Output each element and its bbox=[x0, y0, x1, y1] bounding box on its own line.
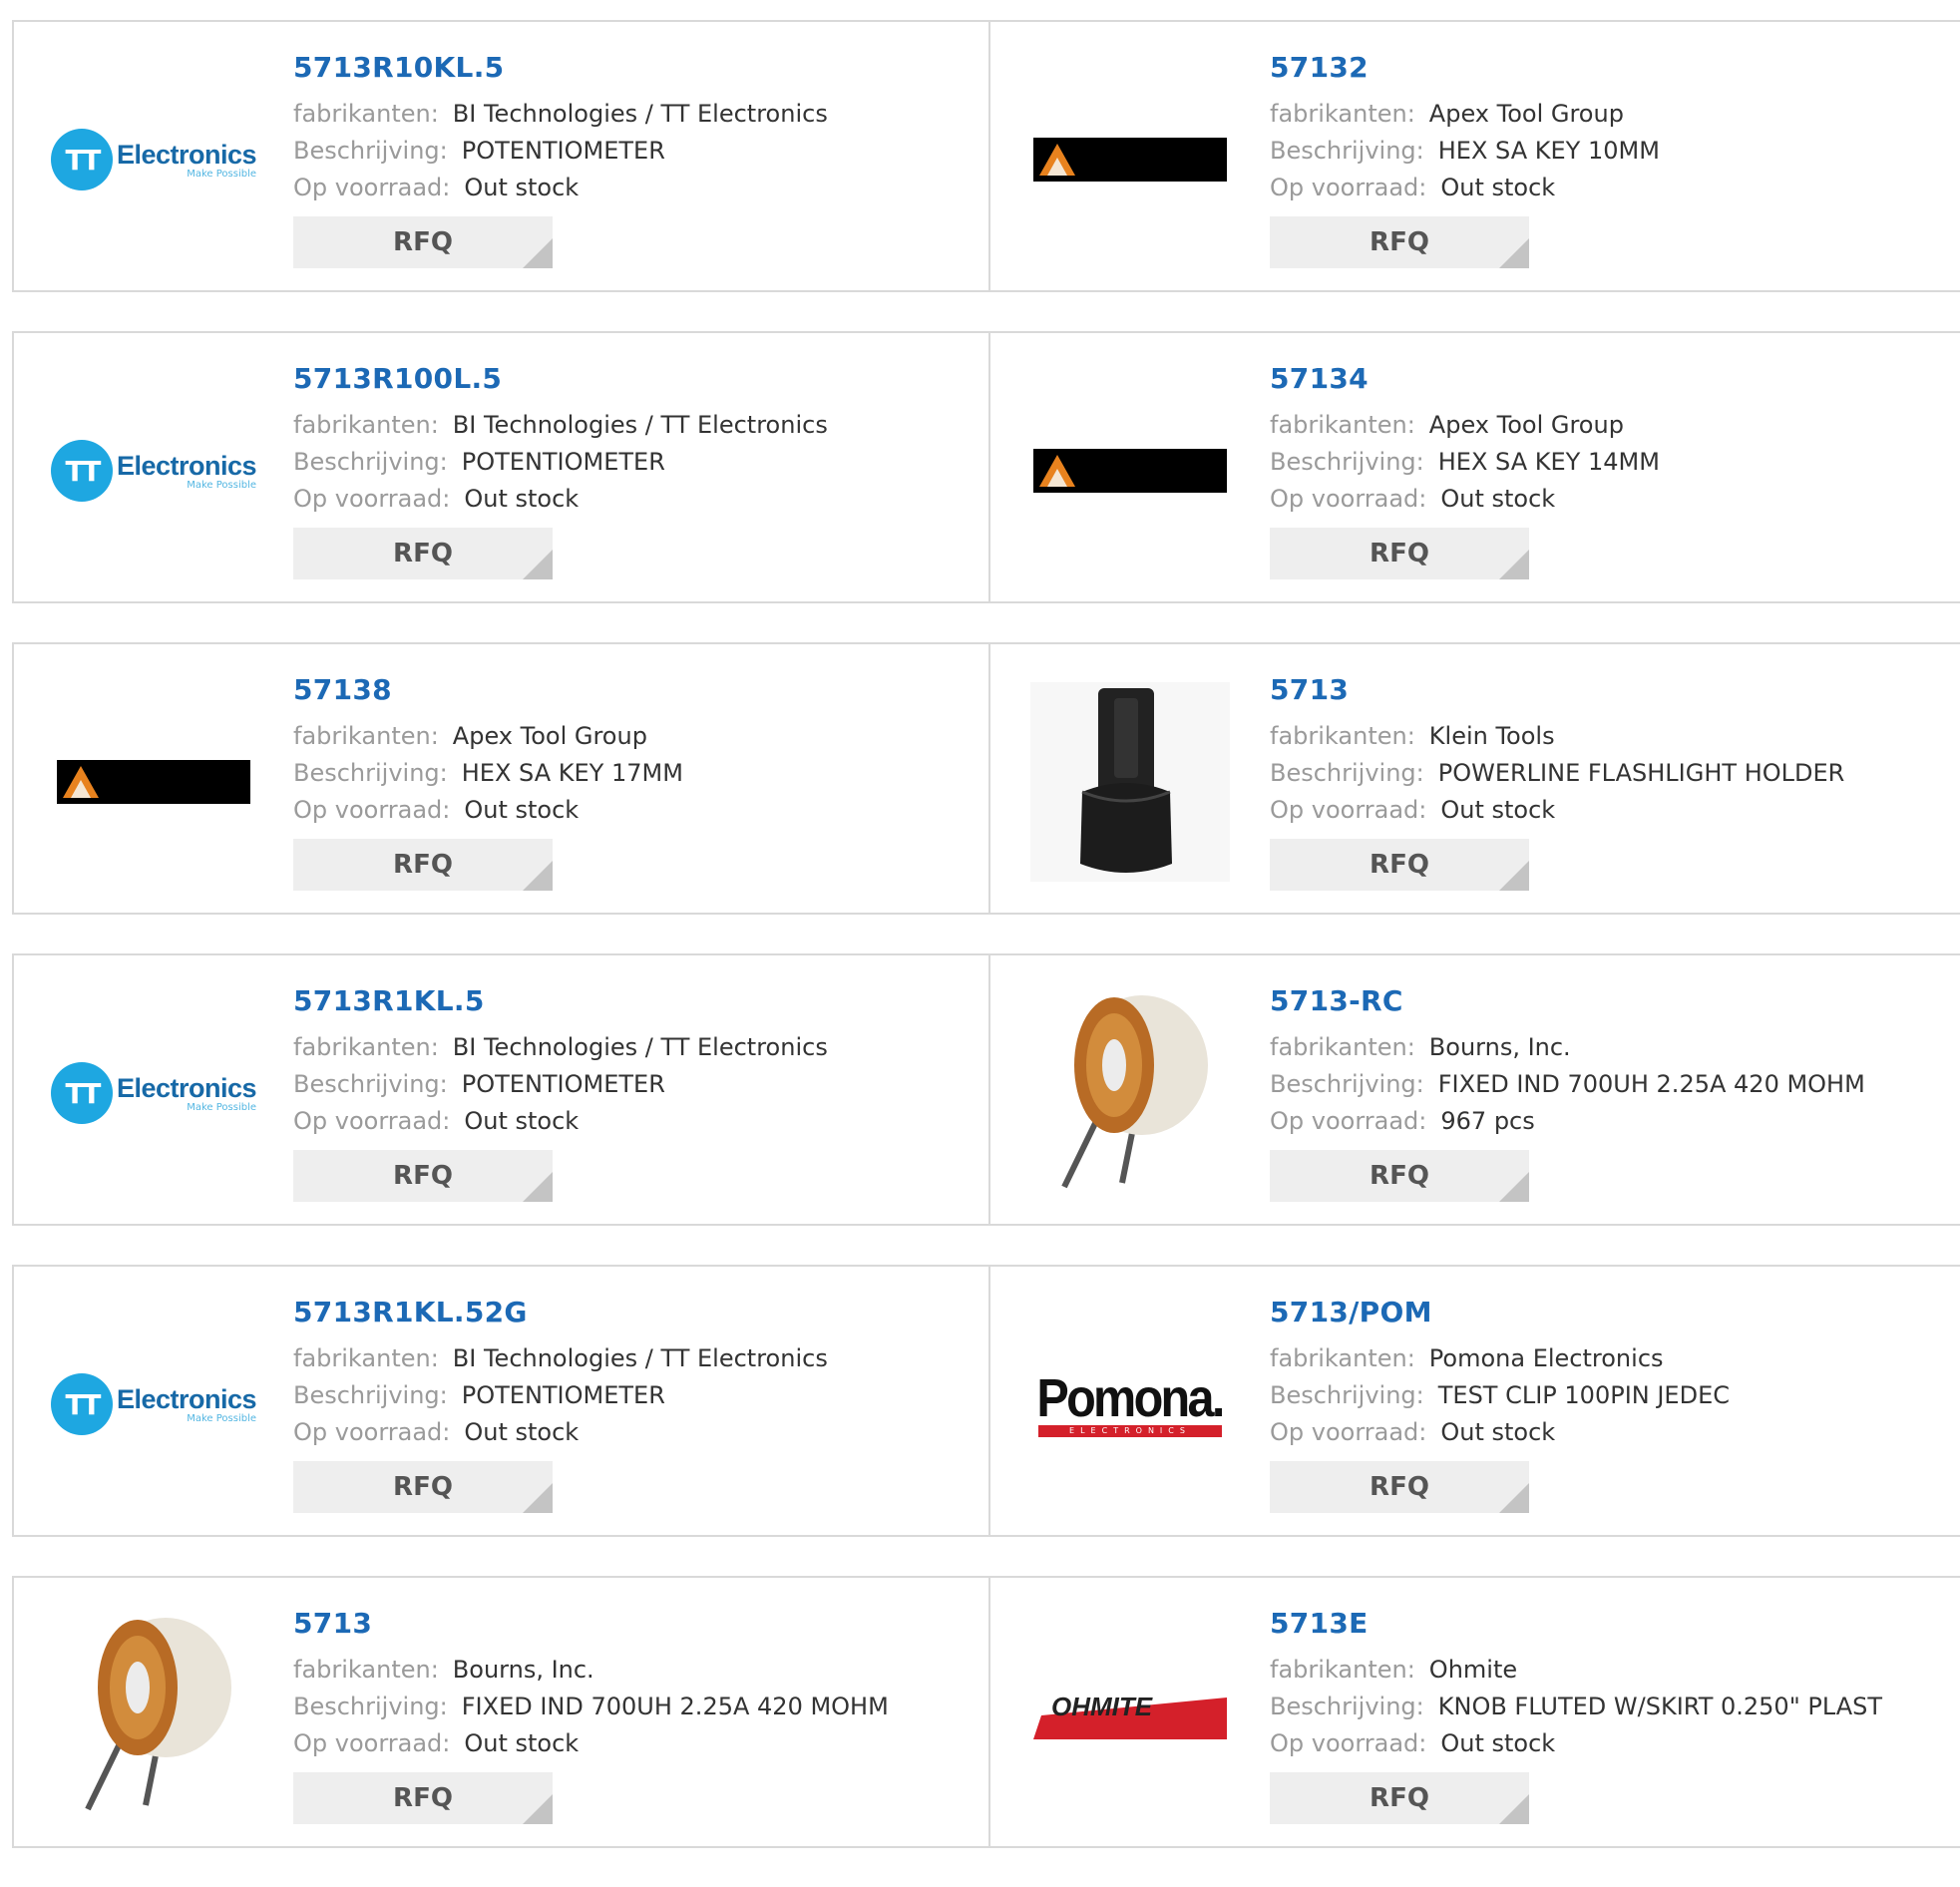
description-line: Beschrijving: POWERLINE FLASHLIGHT HOLDER bbox=[1270, 759, 1845, 787]
product-card: 5713 fabrikanten: Bourns, Inc. Beschrijvi… bbox=[14, 1578, 988, 1846]
ohmite-logo[interactable]: OHMITE bbox=[1030, 1616, 1230, 1815]
rfq-button[interactable]: RFQ bbox=[1270, 1772, 1529, 1824]
flashlight-holder-image[interactable] bbox=[1030, 682, 1230, 882]
description-line: Beschrijving: HEX SA KEY 17MM bbox=[293, 759, 683, 787]
part-number-link[interactable]: 5713 bbox=[293, 1606, 972, 1642]
rfq-button[interactable]: RFQ bbox=[1270, 216, 1529, 268]
apex-logo[interactable] bbox=[54, 682, 253, 882]
part-number-link[interactable]: 57132 bbox=[1270, 50, 1948, 86]
rfq-button[interactable]: RFQ bbox=[293, 839, 553, 891]
rfq-button[interactable]: RFQ bbox=[293, 528, 553, 579]
tt-electronics-logo[interactable]: TT Electronics Make Possible bbox=[50, 1305, 257, 1504]
apex-logo[interactable] bbox=[1030, 60, 1230, 259]
tt-electronics-logo[interactable]: TT Electronics Make Possible bbox=[50, 371, 257, 570]
rfq-button[interactable]: RFQ bbox=[293, 1772, 553, 1824]
description-line: Beschrijving: HEX SA KEY 14MM bbox=[1270, 448, 1660, 476]
apex-logo[interactable] bbox=[1030, 371, 1230, 570]
product-row: 5713 fabrikanten: Bourns, Inc. Beschrijvi… bbox=[12, 1576, 1960, 1848]
product-row: TT Electronics Make Possible 5713R1KL.5 f… bbox=[12, 953, 1960, 1226]
manufacturer-line: fabrikanten: Apex Tool Group bbox=[293, 722, 647, 750]
manufacturer-line: fabrikanten: BI Technologies / TT Electro… bbox=[293, 1033, 828, 1061]
product-card: Pomona. ELECTRONICS 5713/POM fabrikanten… bbox=[988, 1267, 1960, 1535]
stock-line: Op voorraad: Out stock bbox=[1270, 485, 1556, 513]
svg-text:OHMITE: OHMITE bbox=[1051, 1692, 1153, 1721]
description-line: Beschrijving: TEST CLIP 100PIN JEDEC bbox=[1270, 1381, 1730, 1409]
product-grid: TT Electronics Make Possible 5713R10KL.5 … bbox=[12, 20, 1960, 1887]
description-line: Beschrijving: POTENTIOMETER bbox=[293, 1381, 665, 1409]
stock-line: Op voorraad: Out stock bbox=[1270, 796, 1556, 824]
part-number-link[interactable]: 57138 bbox=[293, 672, 972, 708]
product-card: TT Electronics Make Possible 5713R10KL.5 … bbox=[14, 22, 988, 290]
manufacturer-line: fabrikanten: BI Technologies / TT Electro… bbox=[293, 100, 828, 128]
manufacturer-line: fabrikanten: Bourns, Inc. bbox=[1270, 1033, 1571, 1061]
rfq-button[interactable]: RFQ bbox=[1270, 1150, 1529, 1202]
part-number-link[interactable]: 5713/POM bbox=[1270, 1295, 1948, 1330]
product-card: OHMITE 5713E fabrikanten: Ohmite Beschrij… bbox=[988, 1578, 1960, 1846]
stock-line: Op voorraad: Out stock bbox=[293, 1729, 580, 1757]
product-card: TT Electronics Make Possible 5713R1KL.52G… bbox=[14, 1267, 988, 1535]
manufacturer-line: fabrikanten: BI Technologies / TT Electro… bbox=[293, 411, 828, 439]
manufacturer-line: fabrikanten: Klein Tools bbox=[1270, 722, 1555, 750]
stock-line: Op voorraad: Out stock bbox=[293, 485, 580, 513]
description-line: Beschrijving: POTENTIOMETER bbox=[293, 448, 665, 476]
product-row: 57138 fabrikanten: Apex Tool Group Beschr… bbox=[12, 642, 1960, 915]
rfq-button[interactable]: RFQ bbox=[293, 1461, 553, 1513]
part-number-link[interactable]: 5713R1KL.5 bbox=[293, 983, 972, 1019]
rfq-button[interactable]: RFQ bbox=[293, 1150, 553, 1202]
manufacturer-line: fabrikanten: Ohmite bbox=[1270, 1656, 1518, 1684]
pomona-logo[interactable]: Pomona. ELECTRONICS bbox=[1030, 1305, 1230, 1504]
description-line: Beschrijving: FIXED IND 700UH 2.25A 420 M… bbox=[1270, 1070, 1865, 1098]
toroid-inductor-image[interactable] bbox=[1030, 993, 1230, 1193]
stock-line: Op voorraad: Out stock bbox=[293, 796, 580, 824]
part-number-link[interactable]: 5713R100L.5 bbox=[293, 361, 972, 397]
part-number-link[interactable]: 5713 bbox=[1270, 672, 1948, 708]
tt-electronics-logo[interactable]: TT Electronics Make Possible bbox=[50, 60, 257, 259]
product-card: 57138 fabrikanten: Apex Tool Group Beschr… bbox=[14, 644, 988, 913]
description-line: Beschrijving: POTENTIOMETER bbox=[293, 1070, 665, 1098]
product-row: TT Electronics Make Possible 5713R100L.5 … bbox=[12, 331, 1960, 603]
manufacturer-line: fabrikanten: Bourns, Inc. bbox=[293, 1656, 594, 1684]
stock-line: Op voorraad: Out stock bbox=[293, 1418, 580, 1446]
description-line: Beschrijving: FIXED IND 700UH 2.25A 420 M… bbox=[293, 1693, 889, 1720]
stock-line: Op voorraad: Out stock bbox=[1270, 174, 1556, 201]
description-line: Beschrijving: POTENTIOMETER bbox=[293, 137, 665, 165]
product-card: 5713 fabrikanten: Klein Tools Beschrijvin… bbox=[988, 644, 1960, 913]
description-line: Beschrijving: HEX SA KEY 10MM bbox=[1270, 137, 1660, 165]
product-card: 57132 fabrikanten: Apex Tool Group Beschr… bbox=[988, 22, 1960, 290]
product-row: TT Electronics Make Possible 5713R10KL.5 … bbox=[12, 20, 1960, 292]
rfq-button[interactable]: RFQ bbox=[1270, 528, 1529, 579]
tt-electronics-logo[interactable]: TT Electronics Make Possible bbox=[50, 993, 257, 1193]
product-row: TT Electronics Make Possible 5713R1KL.52G… bbox=[12, 1265, 1960, 1537]
stock-line: Op voorraad: Out stock bbox=[1270, 1418, 1556, 1446]
stock-line: Op voorraad: Out stock bbox=[293, 174, 580, 201]
stock-line: Op voorraad: Out stock bbox=[1270, 1729, 1556, 1757]
manufacturer-line: fabrikanten: Pomona Electronics bbox=[1270, 1344, 1664, 1372]
product-card: TT Electronics Make Possible 5713R100L.5 … bbox=[14, 333, 988, 601]
manufacturer-line: fabrikanten: Apex Tool Group bbox=[1270, 100, 1624, 128]
part-number-link[interactable]: 57134 bbox=[1270, 361, 1948, 397]
rfq-button[interactable]: RFQ bbox=[293, 216, 553, 268]
part-number-link[interactable]: 5713E bbox=[1270, 1606, 1948, 1642]
part-number-link[interactable]: 5713-RC bbox=[1270, 983, 1948, 1019]
part-number-link[interactable]: 5713R10KL.5 bbox=[293, 50, 972, 86]
product-card: 57134 fabrikanten: Apex Tool Group Beschr… bbox=[988, 333, 1960, 601]
stock-line: Op voorraad: 967 pcs bbox=[1270, 1107, 1535, 1135]
product-card: 5713-RC fabrikanten: Bourns, Inc. Beschri… bbox=[988, 955, 1960, 1224]
rfq-button[interactable]: RFQ bbox=[1270, 1461, 1529, 1513]
product-card: TT Electronics Make Possible 5713R1KL.5 f… bbox=[14, 955, 988, 1224]
toroid-inductor-image[interactable] bbox=[54, 1616, 253, 1815]
rfq-button[interactable]: RFQ bbox=[1270, 839, 1529, 891]
description-line: Beschrijving: KNOB FLUTED W/SKIRT 0.250" … bbox=[1270, 1693, 1883, 1720]
part-number-link[interactable]: 5713R1KL.52G bbox=[293, 1295, 972, 1330]
manufacturer-line: fabrikanten: BI Technologies / TT Electro… bbox=[293, 1344, 828, 1372]
stock-line: Op voorraad: Out stock bbox=[293, 1107, 580, 1135]
manufacturer-line: fabrikanten: Apex Tool Group bbox=[1270, 411, 1624, 439]
